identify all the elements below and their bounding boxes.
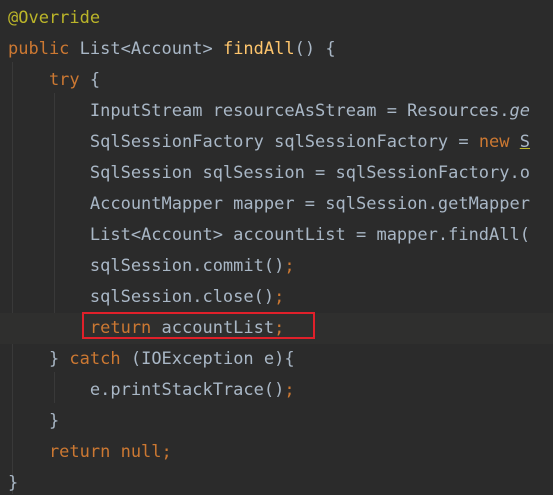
code-token: SqlSession sqlSession = sqlSessionFactor… — [8, 163, 520, 183]
code-token: ; — [161, 442, 172, 462]
code-token: @Override — [8, 8, 101, 28]
code-token: } — [8, 349, 70, 369]
code-token: ; — [284, 380, 295, 400]
code-token: () { — [294, 39, 336, 59]
code-token: ; — [284, 256, 295, 276]
code-token: sqlSession.close() — [8, 287, 275, 307]
code-token: List<Account> accountList = mapper.findA… — [8, 225, 530, 245]
code-token: ge — [509, 101, 530, 121]
code-token: { — [89, 70, 101, 90]
code-line[interactable]: @Override — [0, 3, 100, 34]
code-line[interactable]: e.printStackTrace(); — [0, 375, 295, 406]
code-editor[interactable]: @Override public List<Account> findAll() … — [0, 0, 553, 495]
code-line[interactable]: } — [0, 406, 59, 437]
code-line[interactable]: SqlSessionFactory sqlSessionFactory = ne… — [0, 127, 530, 158]
code-token: findAll — [222, 39, 295, 59]
code-token: sqlSession.commit() — [8, 256, 285, 276]
code-token: catch — [69, 349, 131, 369]
code-line[interactable]: List<Account> accountList = mapper.findA… — [0, 220, 530, 251]
code-token: (IOException e){ — [130, 349, 295, 369]
code-token: public — [8, 39, 80, 59]
code-line[interactable]: try { — [0, 65, 100, 96]
code-line[interactable]: public List<Account> findAll() { — [0, 34, 336, 65]
code-token: return — [8, 318, 162, 338]
code-line[interactable]: } catch (IOException e){ — [0, 344, 295, 375]
code-token: ; — [274, 287, 285, 307]
code-line[interactable]: return accountList; — [0, 313, 553, 344]
code-token: o — [519, 163, 530, 183]
code-token: try — [8, 70, 90, 90]
code-token: List<Account> — [79, 39, 223, 59]
code-token: return null — [8, 442, 162, 462]
code-line[interactable]: AccountMapper mapper = sqlSession.getMap… — [0, 189, 530, 220]
code-line[interactable]: InputStream resourceAsStream = Resources… — [0, 96, 530, 127]
code-token: } — [8, 411, 60, 431]
code-line[interactable]: } — [0, 468, 18, 495]
code-token: } — [8, 473, 19, 493]
code-token: S — [519, 132, 531, 152]
code-line[interactable]: sqlSession.close(); — [0, 282, 284, 313]
code-token: accountList — [161, 318, 275, 338]
code-line[interactable]: sqlSession.commit(); — [0, 251, 295, 282]
code-token: SqlSessionFactory sqlSessionFactory = — [8, 132, 479, 152]
code-token: AccountMapper mapper = sqlSession.getMap… — [8, 194, 530, 214]
code-line[interactable]: return null; — [0, 437, 172, 468]
code-token: InputStream resourceAsStream = Resources… — [8, 101, 510, 121]
code-token: ; — [274, 318, 285, 338]
code-line[interactable]: SqlSession sqlSession = sqlSessionFactor… — [0, 158, 530, 189]
code-token: new — [478, 132, 520, 152]
code-token: e.printStackTrace() — [8, 380, 285, 400]
